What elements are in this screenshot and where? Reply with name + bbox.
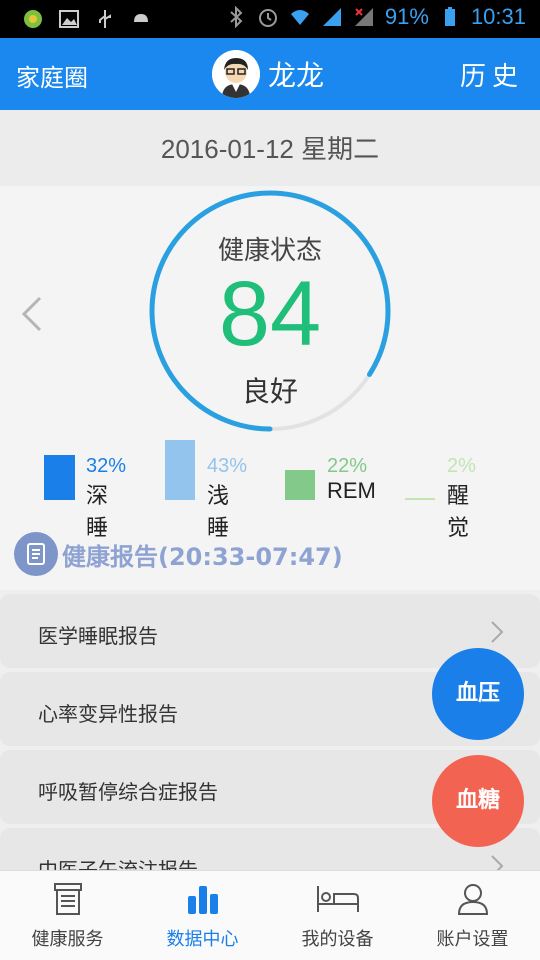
awake-percent: 2%: [447, 455, 476, 477]
battery-icon: [444, 7, 455, 26]
report-label: 中医子午流注报告: [38, 858, 198, 870]
report-label: 心率变异性报告: [38, 702, 178, 726]
deep-sleep-percent: 32%: [86, 455, 127, 477]
battery-percent: 91%: [384, 4, 429, 29]
report-label: 呼吸暂停综合症报告: [38, 780, 218, 804]
awake-label: 醒觉: [447, 484, 470, 541]
app-header: 家庭圈 龙龙 历史: [0, 38, 540, 110]
nav-account-settings[interactable]: 账户设置: [405, 881, 540, 951]
deep-sleep-bar: [44, 455, 75, 500]
health-report-header: 健康报告(20:33-07:47): [14, 532, 343, 576]
alarm-icon: [258, 9, 277, 27]
light-sleep-bar: [165, 440, 195, 500]
bluetooth-icon: [230, 6, 243, 28]
wifi-icon: [290, 10, 309, 25]
blood-pressure-button[interactable]: 血压: [432, 648, 524, 740]
health-service-icon: [53, 883, 82, 915]
account-settings-icon: [457, 884, 488, 915]
previous-day-icon[interactable]: [18, 296, 44, 332]
awake-bar: [405, 498, 435, 500]
nav-health-service[interactable]: 健康服务: [0, 881, 135, 951]
rem-sleep-percent: 22%: [327, 455, 368, 477]
rem-sleep-bar: [285, 470, 315, 500]
nav-label: 账户设置: [436, 929, 509, 950]
date-bar: 2016-01-12 星期二: [0, 110, 540, 186]
blood-sugar-button[interactable]: 血糖: [432, 755, 524, 847]
avatar-icon: [212, 50, 260, 98]
report-label: 医学睡眠报告: [38, 624, 158, 648]
rem-sleep-label: REM: [327, 478, 376, 503]
user-name: 龙龙: [268, 59, 325, 92]
health-status-panel: 健康状态 84 良好 32% 深睡 43% 浅睡 22% REM 2% 醒觉 健…: [0, 186, 540, 590]
signal-no-sim-icon: [354, 8, 373, 26]
image-icon: [59, 10, 79, 28]
health-score: 84: [218, 263, 322, 365]
avatar: [212, 50, 260, 98]
current-date: 2016-01-12 星期二: [160, 134, 380, 164]
health-status-label: 良好: [241, 375, 298, 408]
usb-icon: [99, 10, 111, 28]
chevron-right-icon: [491, 621, 504, 643]
notification-app-icon: [24, 10, 42, 28]
nav-label: 数据中心: [166, 929, 239, 950]
light-sleep-percent: 43%: [207, 455, 248, 477]
bottom-navigation: 健康服务 数据中心 我的设备 账户设置: [0, 870, 540, 960]
android-icon: [134, 14, 148, 22]
nav-label: 我的设备: [301, 929, 374, 950]
signal-icon: [322, 8, 341, 26]
family-circle-link[interactable]: 家庭圈: [16, 58, 88, 93]
status-bar: 91% 10:31: [0, 0, 540, 38]
profile-switcher[interactable]: 龙龙: [212, 50, 324, 98]
data-center-icon: [187, 886, 218, 914]
health-report-title: 健康报告(20:33-07:47): [62, 542, 343, 571]
clock: 10:31: [470, 4, 526, 29]
chevron-right-icon: [491, 855, 504, 870]
report-icon: [14, 532, 58, 576]
nav-label: 健康服务: [31, 929, 104, 950]
history-link[interactable]: 历史: [460, 56, 524, 93]
nav-my-device[interactable]: 我的设备: [270, 881, 405, 951]
my-device-icon: [316, 886, 359, 912]
nav-data-center[interactable]: 数据中心: [135, 881, 270, 951]
